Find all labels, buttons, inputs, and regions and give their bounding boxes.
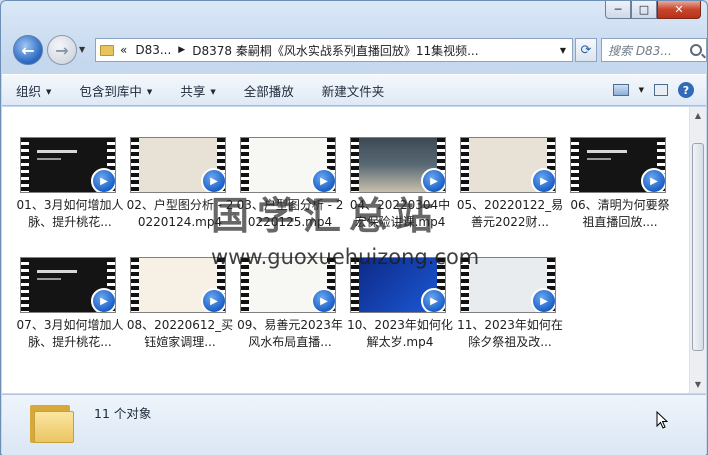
organize-label: 组织 <box>16 83 42 99</box>
share-menu[interactable]: 共享 ▼ <box>166 81 229 100</box>
search-placeholder: 搜索 D83... <box>608 43 672 58</box>
media-player-icon: ▶ <box>311 288 335 312</box>
breadcrumb-item[interactable]: D83... <box>135 43 171 57</box>
folder-icon <box>100 44 114 56</box>
file-grid: ▶ 01、3月如何增加人脉、提升桃花... ▶ 02、户型图分析 - 20220124… <box>16 137 676 351</box>
refresh-button[interactable]: ⟳ <box>575 38 597 62</box>
film-strip <box>21 138 29 192</box>
file-name: 07、3月如何增加人脉、提升桃花... <box>16 318 124 349</box>
chevron-down-icon: ▼ <box>210 88 216 96</box>
new-folder-button[interactable]: 新建文件夹 <box>308 81 399 100</box>
folder-icon <box>30 401 74 443</box>
refresh-icon: ⟳ <box>580 42 592 58</box>
maximize-button[interactable]: □ <box>631 1 657 19</box>
film-strip <box>461 138 469 192</box>
window-controls: ─ □ ✕ <box>605 1 701 19</box>
item-count: 11 个对象 <box>94 406 152 421</box>
file-item[interactable]: ▶ 05、20220122_易善元2022财... <box>456 137 566 231</box>
breadcrumb-overflow[interactable]: « <box>120 43 127 57</box>
film-strip <box>241 138 249 192</box>
media-player-icon: ▶ <box>531 168 555 192</box>
search-icon[interactable] <box>690 44 702 56</box>
file-name: 06、清明为何要祭祖直播回放.... <box>570 198 670 229</box>
change-view-icon[interactable] <box>612 84 629 96</box>
navigation-bar: ← → ▼ « D83... ▶ D8378 秦嗣桐《风水实战系列直播回放》11… <box>9 31 707 71</box>
video-thumbnail: ▶ <box>20 137 116 193</box>
file-item[interactable]: ▶ 06、清明为何要祭祖直播回放.... <box>566 137 676 231</box>
address-bar[interactable]: « D83... ▶ D8378 秦嗣桐《风水实战系列直播回放》11集视频...… <box>95 38 573 62</box>
file-name: 08、20220612_买钰媗家调理... <box>126 318 234 349</box>
chevron-down-icon: ▼ <box>146 88 153 96</box>
command-bar: 组织 ▼ 包含到库中 ▼ 共享 ▼ 全部播放 新建文件夹 ▼ ? <box>2 74 706 106</box>
chevron-right-icon[interactable]: ▶ <box>178 45 185 55</box>
media-player-icon: ▶ <box>201 288 225 312</box>
play-all-button[interactable]: 全部播放 <box>230 81 308 100</box>
forward-button[interactable]: → <box>47 35 77 65</box>
scroll-down-arrow[interactable]: ▼ <box>690 376 706 393</box>
preview-pane-icon[interactable] <box>654 84 668 96</box>
arrow-right-icon: → <box>55 40 69 60</box>
address-dropdown[interactable]: ▼ <box>554 46 572 55</box>
recent-pages-dropdown[interactable]: ▼ <box>79 45 85 54</box>
media-player-icon: ▶ <box>531 288 555 312</box>
media-player-icon: ▶ <box>641 168 665 192</box>
include-library-menu[interactable]: 包含到库中 ▼ <box>65 81 166 100</box>
include-library-label: 包含到库中 <box>79 83 142 99</box>
file-item[interactable]: ▶ 07、3月如何增加人脉、提升桃花... <box>16 257 126 351</box>
file-item[interactable]: ▶ 01、3月如何增加人脉、提升桃花... <box>16 137 126 231</box>
file-item[interactable]: ▶ 08、20220612_买钰媗家调理... <box>126 257 236 351</box>
chevron-down-icon[interactable]: ▼ <box>639 86 644 94</box>
watermark-title: 国学汇总站 <box>211 194 442 238</box>
watermark-url: www.guoxuehuizong.com <box>211 245 480 269</box>
chevron-down-icon: ▼ <box>46 88 52 96</box>
file-name: 10、2023年如何化解太岁.mp4 <box>347 318 453 349</box>
video-thumbnail: ▶ <box>20 257 116 313</box>
share-label: 共享 <box>180 83 206 99</box>
file-item[interactable]: ▶ 11、2023年如何在除夕祭祖及改... <box>456 257 566 351</box>
file-name: 09、易善元2023年风水布局直播... <box>237 318 343 349</box>
video-thumbnail: ▶ <box>460 137 556 193</box>
scrollbar-thumb[interactable] <box>692 143 704 351</box>
organize-menu[interactable]: 组织 ▼ <box>2 81 65 100</box>
film-strip <box>571 138 579 192</box>
file-name: 11、2023年如何在除夕祭祖及改... <box>457 318 563 349</box>
media-player-icon: ▶ <box>91 288 115 312</box>
media-player-icon: ▶ <box>421 288 445 312</box>
details-pane: 11 个对象 <box>2 394 706 455</box>
file-name: 01、3月如何增加人脉、提升桃花... <box>16 198 124 229</box>
breadcrumb-item[interactable]: D8378 秦嗣桐《风水实战系列直播回放》11集视频... <box>192 42 478 59</box>
file-item[interactable]: ▶ 09、易善元2023年风水布局直播... <box>236 257 346 351</box>
vertical-scrollbar[interactable]: ▲ ▼ <box>689 107 706 393</box>
film-strip <box>351 138 359 192</box>
mouse-cursor-icon <box>656 411 668 429</box>
minimize-button[interactable]: ─ <box>605 1 631 19</box>
search-input[interactable]: 搜索 D83... <box>601 38 707 62</box>
arrow-left-icon: ← <box>21 40 35 60</box>
scroll-up-arrow[interactable]: ▲ <box>690 107 706 124</box>
close-button[interactable]: ✕ <box>657 1 701 19</box>
film-strip <box>131 258 139 312</box>
video-thumbnail: ▶ <box>570 137 666 193</box>
file-name: 05、20220122_易善元2022财... <box>456 198 564 229</box>
explorer-window: ─ □ ✕ ← → ▼ « D83... ▶ D8378 秦嗣桐《风水实战系列直… <box>0 0 708 455</box>
back-button[interactable]: ← <box>13 35 43 65</box>
film-strip <box>131 138 139 192</box>
file-item[interactable]: ▶ 10、2023年如何化解太岁.mp4 <box>346 257 456 351</box>
media-player-icon: ▶ <box>91 168 115 192</box>
help-icon[interactable]: ? <box>678 82 694 98</box>
film-strip <box>21 258 29 312</box>
